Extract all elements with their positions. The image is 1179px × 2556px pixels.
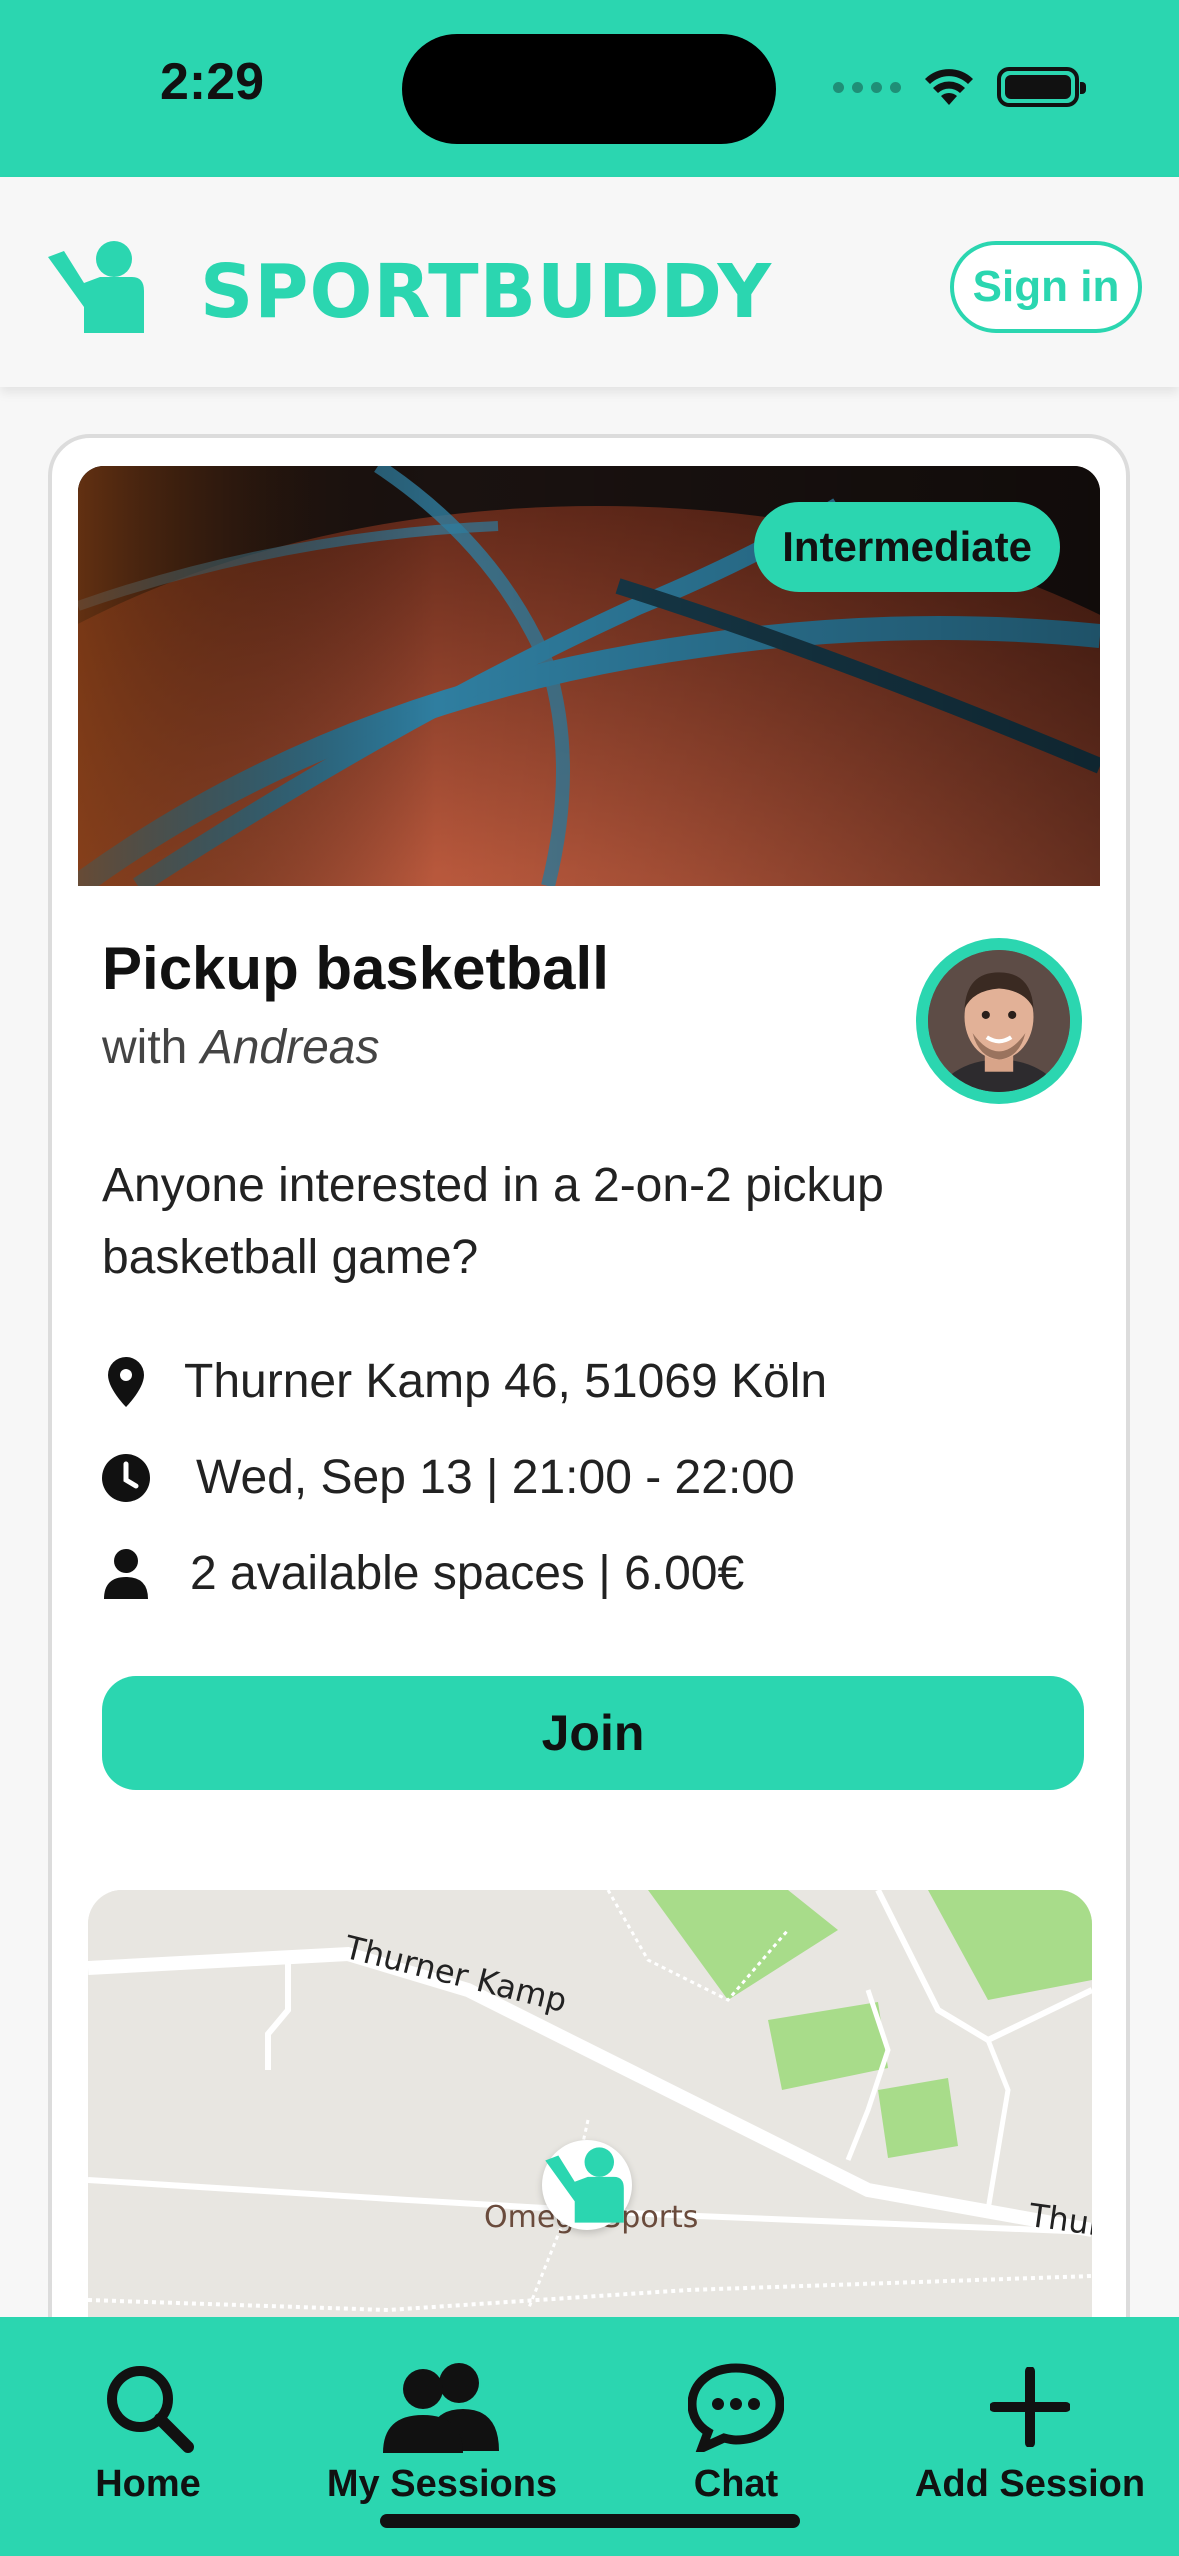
clock-icon: [102, 1452, 150, 1504]
search-icon: [100, 2357, 196, 2457]
tab-chat[interactable]: Chat: [596, 2357, 876, 2506]
battery-icon: [997, 67, 1086, 107]
app-header: SPORTBUDDY Sign in: [0, 177, 1179, 387]
person-icon: [102, 1548, 150, 1600]
dynamic-island: [402, 34, 776, 144]
session-card: Intermediate Pickup basketball with Andr…: [48, 434, 1130, 2434]
sign-in-button[interactable]: Sign in: [950, 241, 1142, 333]
map-marker-icon[interactable]: [542, 2140, 632, 2230]
session-title: Pickup basketball: [102, 935, 609, 1002]
plus-icon: [990, 2357, 1070, 2457]
users-icon: [383, 2357, 501, 2457]
status-time: 2:29: [160, 53, 265, 111]
tab-my-sessions[interactable]: My Sessions: [302, 2357, 582, 2506]
host-name[interactable]: Andreas: [201, 1021, 380, 1074]
session-image: Intermediate: [78, 466, 1100, 886]
host-avatar[interactable]: [916, 938, 1082, 1104]
session-description: Anyone interested in a 2-on-2 pickup bas…: [102, 1159, 884, 1284]
location-row: Thurner Kamp 46, 51069 Köln: [102, 1354, 827, 1409]
tab-label: Home: [95, 2463, 201, 2505]
host-line: with Andreas: [102, 1020, 379, 1075]
tab-home[interactable]: Home: [8, 2357, 288, 2506]
tab-label: My Sessions: [326, 2463, 558, 2505]
session-datetime: Wed, Sep 13 | 21:00 - 22:00: [196, 1451, 795, 1504]
logo-icon[interactable]: [44, 237, 154, 337]
brand-name: SPORTBUDDY: [200, 249, 773, 335]
signal-icon: [833, 81, 901, 93]
tab-label: Add Session: [914, 2463, 1146, 2505]
chat-icon: [688, 2357, 784, 2457]
location-pin-icon: [102, 1356, 150, 1408]
spaces-row: 2 available spaces | 6.00€: [102, 1546, 744, 1601]
status-icons: [833, 62, 1086, 112]
datetime-row: Wed, Sep 13 | 21:00 - 22:00: [102, 1450, 795, 1505]
wifi-icon: [925, 69, 973, 105]
level-badge: Intermediate: [754, 502, 1060, 592]
tab-label: Chat: [693, 2463, 779, 2505]
session-spaces: 2 available spaces | 6.00€: [190, 1547, 745, 1600]
tab-add-session[interactable]: Add Session: [890, 2357, 1170, 2506]
home-indicator: [380, 2514, 800, 2528]
status-bar: 2:29: [0, 0, 1179, 177]
host-prefix: with: [102, 1021, 188, 1074]
join-button[interactable]: Join: [102, 1676, 1084, 1790]
session-address[interactable]: Thurner Kamp 46, 51069 Köln: [184, 1354, 827, 1409]
